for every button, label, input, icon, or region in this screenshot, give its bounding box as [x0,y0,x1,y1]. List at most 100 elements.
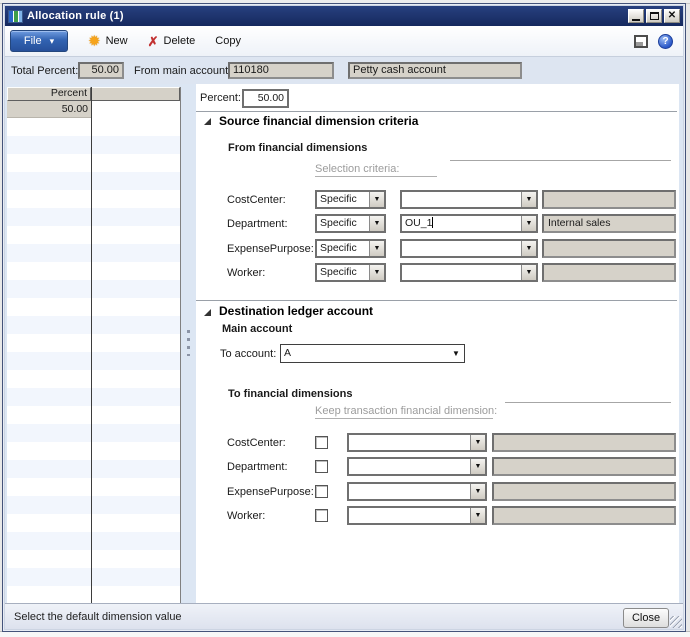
collapse-triangle-icon-destination[interactable] [204,309,211,316]
selection-criteria-label: Selection criteria: [315,163,437,177]
dest-expensepurpose-label: ExpensePurpose: [227,486,314,498]
to-financial-dimensions-label: To financial dimensions [228,388,353,400]
status-message: Select the default dimension value [14,611,182,623]
delete-icon: ✗ [147,33,159,49]
dest-worker-checkbox[interactable] [315,509,328,522]
grid-selected-row[interactable]: 50.00 [7,101,180,118]
source-department-mode-select[interactable]: Specific ▼ [315,214,386,233]
minimize-icon [632,18,640,21]
percent-label: Percent: [200,92,241,104]
copy-button[interactable]: Copy [215,35,241,47]
main-account-label: Main account [222,323,293,335]
to-account-label: To account: [220,348,277,360]
document-pane-icon[interactable] [634,34,648,48]
panel-splitter[interactable] [182,84,196,603]
chevron-down-icon: ▼ [470,435,485,450]
source-costcenter-mode-select[interactable]: Specific ▼ [315,190,386,209]
delete-button[interactable]: ✗ Delete [148,35,196,48]
toolbar-right-icons: ? [634,33,673,49]
chevron-down-icon: ▼ [369,241,384,256]
dest-expensepurpose-checkbox[interactable] [315,485,328,498]
collapse-triangle-icon-source[interactable] [204,118,211,125]
dest-expensepurpose-value-combo[interactable]: ▼ [347,482,487,501]
section-divider-1 [196,111,677,112]
chevron-down-icon: ▼ [521,241,536,256]
app-icon [8,9,23,23]
source-expensepurpose-value-combo[interactable]: ▼ [400,239,538,258]
destination-section-title[interactable]: Destination ledger account [219,304,373,318]
from-main-account-field: 110180 [228,62,334,79]
total-percent-field: 50.00 [78,62,124,79]
maximize-icon [649,12,659,20]
dest-department-value-combo[interactable]: ▼ [347,457,487,476]
source-costcenter-display-field [542,190,676,209]
selection-criteria-line[interactable] [450,160,671,161]
from-financial-dimensions-label: From financial dimensions [228,142,368,154]
resize-grip[interactable] [670,616,682,628]
source-department-display-field: Internal sales [542,214,676,233]
new-button-label: New [105,35,128,47]
percent-grid: Percent 50.00 [7,87,181,603]
file-menu-button[interactable]: File ▾ [10,30,68,52]
maximize-button[interactable] [646,9,662,23]
chevron-down-icon: ▼ [369,192,384,207]
copy-button-label: Copy [215,35,241,47]
header-fields-strip: Total Percent: 50.00 From main account: … [5,56,683,84]
dest-worker-display-field [492,506,676,525]
chevron-down-icon: ▼ [470,459,485,474]
minimize-button[interactable] [628,9,644,23]
chevron-down-icon: ▼ [369,265,384,280]
chevron-down-icon: ▼ [452,349,460,358]
new-button[interactable]: ✹ New [88,34,128,49]
window-title: Allocation rule (1) [27,10,124,22]
new-icon: ✹ [88,32,101,50]
chevron-down-icon: ▼ [369,216,384,231]
statusbar: Select the default dimension value Close [5,603,683,629]
chevron-down-icon: ▼ [521,192,536,207]
percent-input[interactable]: 50.00 [242,89,289,108]
keep-transaction-label: Keep transaction financial dimension: [315,405,498,419]
grid-percent-cell[interactable]: 50.00 [7,101,91,118]
close-button[interactable]: Close [623,608,669,628]
help-icon[interactable]: ? [658,33,673,49]
keep-transaction-line[interactable] [505,402,671,403]
dest-costcenter-value-combo[interactable]: ▼ [347,433,487,452]
file-menu-label: File [23,35,42,47]
dest-expensepurpose-display-field [492,482,676,501]
grid-empty-rows[interactable] [7,118,180,603]
dest-department-label: Department: [227,461,288,473]
grid-column-divider [91,87,92,603]
to-account-combo[interactable]: A ▼ [280,344,465,363]
source-section-title[interactable]: Source financial dimension criteria [219,114,418,128]
source-worker-mode-select[interactable]: Specific ▼ [315,263,386,282]
account-name-field: Petty cash account [348,62,522,79]
source-worker-value-combo[interactable]: ▼ [400,263,538,282]
grid-header: Percent [7,87,180,101]
detail-panel: Percent: 50.00 Source financial dimensio… [196,84,679,603]
dest-department-checkbox[interactable] [315,460,328,473]
toolbar: File ▾ ✹ New ✗ Delete Copy ? [5,26,683,56]
empty-column-header[interactable] [91,87,180,101]
from-main-account-label: From main account: [134,65,232,77]
content-area: Percent 50.00 Percent: 50.00 Source fina… [5,84,683,603]
source-costcenter-value-combo[interactable]: ▼ [400,190,538,209]
source-department-label: Department: [227,218,288,230]
dest-worker-value-combo[interactable]: ▼ [347,506,487,525]
source-costcenter-label: CostCenter: [227,194,286,206]
source-worker-display-field [542,263,676,282]
dest-costcenter-checkbox[interactable] [315,436,328,449]
percent-value: 50.00 [257,92,284,104]
source-worker-label: Worker: [227,267,266,279]
source-department-value-combo[interactable]: OU_1 ▼ [400,214,538,233]
dest-department-display-field [492,457,676,476]
source-expensepurpose-mode-select[interactable]: Specific ▼ [315,239,386,258]
text-cursor [432,217,434,228]
chevron-down-icon: ▼ [470,508,485,523]
dest-worker-label: Worker: [227,510,266,522]
close-window-button[interactable]: ✕ [664,9,680,23]
chevron-down-icon: ▼ [521,265,536,280]
total-percent-label: Total Percent: [11,65,79,77]
grid-empty-cell[interactable] [91,101,180,118]
percent-column-header[interactable]: Percent [7,87,91,101]
chevron-down-icon: ▼ [470,484,485,499]
